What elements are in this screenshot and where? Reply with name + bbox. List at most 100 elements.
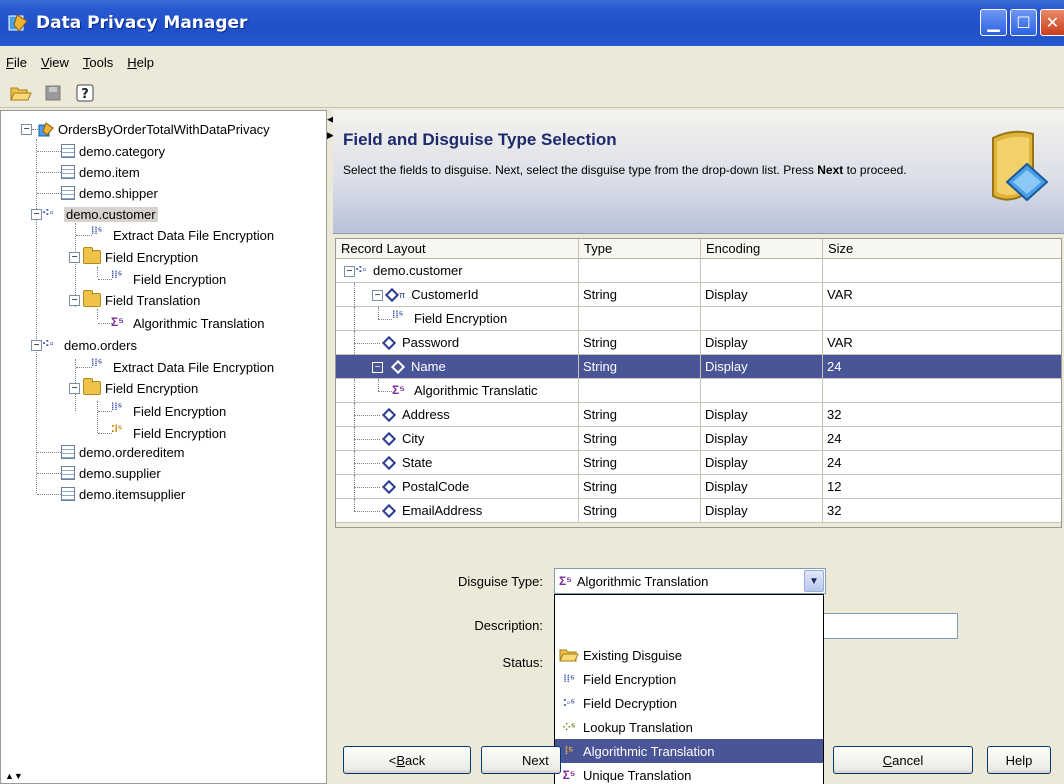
collapse-icon[interactable]: −: [344, 265, 355, 277]
open-folder-icon: [558, 646, 580, 664]
menu-help[interactable]: Help: [127, 55, 154, 70]
collapse-icon[interactable]: −: [69, 294, 80, 306]
tree-item[interactable]: − Field Encryption: [69, 378, 198, 398]
tree-item[interactable]: Σ⁵ Algorithmic Translation: [111, 313, 265, 333]
encryption-icon: ⁚l⁵: [111, 424, 123, 435]
encryption-icon: ⁞⁞⁵: [111, 402, 123, 413]
menu-file[interactable]: File: [6, 55, 27, 70]
column-header-size[interactable]: Size: [823, 239, 1061, 259]
unique-icon: Σ⁵: [562, 768, 576, 782]
table-row-selected[interactable]: − Name String Display 24: [336, 355, 1061, 379]
help-button[interactable]: Help: [987, 746, 1051, 774]
tree-item[interactable]: − ⁖▫ demo.orders: [31, 335, 137, 355]
page-title: Field and Disguise Type Selection: [343, 130, 617, 149]
collapse-icon[interactable]: −: [31, 339, 42, 351]
field-icon: [381, 455, 397, 471]
scroll-arrows[interactable]: ▲▼: [5, 771, 23, 781]
collapse-icon[interactable]: −: [69, 251, 80, 263]
close-icon: ✕: [1045, 14, 1060, 32]
option-lookup-translation[interactable]: ⁘⁵ Lookup Translation: [555, 715, 823, 739]
menu-view[interactable]: View: [41, 55, 69, 70]
tree-item[interactable]: ⁞⁞⁵ Extract Data File Encryption: [91, 225, 274, 245]
minimize-icon: ▁: [987, 14, 1000, 32]
tree-item[interactable]: demo.item: [61, 162, 140, 182]
table-row[interactable]: − ⁖▫ demo.customer: [336, 259, 1061, 283]
encryption-icon: ⁞⁞⁵: [392, 310, 404, 321]
tree-item[interactable]: demo.itemsupplier: [61, 484, 185, 504]
key-field-icon: π: [384, 283, 405, 307]
open-folder-icon[interactable]: [10, 82, 32, 104]
option-field-decryption[interactable]: ⁚▫⁵ Field Decryption: [555, 691, 823, 715]
tree-item[interactable]: demo.category: [61, 141, 165, 161]
minimize-button[interactable]: ▁: [980, 9, 1007, 36]
collapse-icon[interactable]: −: [69, 382, 80, 394]
maximize-button[interactable]: ☐: [1010, 9, 1037, 36]
collapse-icon[interactable]: −: [372, 289, 383, 301]
toolbar: ?: [0, 78, 1064, 108]
column-header-type[interactable]: Type: [579, 239, 701, 259]
description-label: Description:: [474, 618, 543, 633]
tree-item[interactable]: ⁞⁞⁵ Field Encryption: [111, 269, 226, 289]
table-row[interactable]: State String Display 24: [336, 451, 1061, 475]
column-header-encoding[interactable]: Encoding: [701, 239, 823, 259]
encryption-icon: ⁞⁞⁵: [91, 226, 103, 237]
table-row[interactable]: Password String Display VAR: [336, 331, 1061, 355]
tree-item[interactable]: demo.supplier: [61, 463, 161, 483]
database-icon: [38, 121, 54, 137]
record-icon: ⁖▫: [42, 338, 54, 350]
next-button[interactable]: Next: [481, 746, 561, 774]
option-unique-translation[interactable]: Σ⁵ Unique Translation: [555, 763, 823, 784]
table-icon: [61, 165, 75, 179]
sigma-icon: Σ⁵: [111, 315, 124, 329]
collapse-icon[interactable]: −: [31, 208, 42, 220]
tree-item[interactable]: ⁚l⁵ Field Encryption: [111, 423, 226, 443]
collapse-icon[interactable]: −: [372, 361, 383, 373]
help-icon[interactable]: ?: [74, 82, 96, 104]
field-icon: [381, 407, 397, 423]
tree-item[interactable]: ⁞⁞⁵ Extract Data File Encryption: [91, 357, 274, 377]
table-row[interactable]: EmailAddress String Display 32: [336, 499, 1061, 523]
disguise-type-select[interactable]: Σ⁵ Algorithmic Translation ▼: [554, 568, 826, 594]
option-existing-disguise[interactable]: Existing Disguise: [555, 643, 823, 667]
table-icon: [61, 466, 75, 480]
field-icon: [381, 503, 397, 519]
table-row[interactable]: Address String Display 32: [336, 403, 1061, 427]
table-row[interactable]: Σ⁵ Algorithmic Translatic: [336, 379, 1061, 403]
tree-item[interactable]: − Field Encryption: [69, 247, 198, 267]
option-algorithmic-translation[interactable]: ⁞⁵ Algorithmic Translation: [555, 739, 823, 763]
encryption-icon: ⁞⁞⁵: [563, 673, 575, 685]
close-button[interactable]: ✕: [1040, 9, 1064, 36]
field-icon: [381, 431, 397, 447]
table-row[interactable]: City String Display 24: [336, 427, 1061, 451]
table-row[interactable]: − π CustomerId String Display VAR: [336, 283, 1061, 307]
tree-root[interactable]: − OrdersByOrderTotalWithDataPrivacy: [21, 119, 270, 139]
save-icon[interactable]: [42, 82, 64, 104]
table-icon: [61, 186, 75, 200]
tree-item[interactable]: demo.shipper: [61, 183, 158, 203]
back-button[interactable]: < Back: [343, 746, 471, 774]
collapse-icon[interactable]: −: [21, 123, 32, 135]
table-row[interactable]: PostalCode String Display 12: [336, 475, 1061, 499]
field-icon: [381, 335, 397, 351]
menu-tools[interactable]: Tools: [83, 55, 113, 70]
tree-item[interactable]: − Field Translation: [69, 290, 200, 310]
column-header-record-layout[interactable]: Record Layout: [336, 239, 579, 259]
table-icon: [61, 445, 75, 459]
field-icon: [390, 359, 406, 375]
tree-item-selected[interactable]: − ⁖▫ demo.customer: [31, 204, 158, 224]
folder-icon: [83, 290, 101, 307]
menu-bar: File View Tools Help: [0, 46, 1064, 78]
encryption-icon: ⁞⁞⁵: [91, 358, 103, 369]
cancel-button[interactable]: Cancel: [833, 746, 973, 774]
status-label: Status:: [502, 655, 543, 670]
table-row[interactable]: ⁞⁞⁵ Field Encryption: [336, 307, 1061, 331]
description-field[interactable]: [823, 613, 958, 639]
tree-panel: − OrdersByOrderTotalWithDataPrivacy demo…: [0, 110, 327, 784]
tree-item[interactable]: ⁞⁞⁵ Field Encryption: [111, 401, 226, 421]
shield-icon: [983, 126, 1055, 216]
chevron-down-icon[interactable]: ▼: [804, 570, 824, 592]
page-description: Select the fields to disguise. Next, sel…: [343, 163, 907, 177]
record-icon: ⁖▫: [42, 207, 54, 219]
option-field-encryption[interactable]: ⁞⁞⁵ Field Encryption: [555, 667, 823, 691]
tree-item[interactable]: demo.ordereditem: [61, 442, 185, 462]
